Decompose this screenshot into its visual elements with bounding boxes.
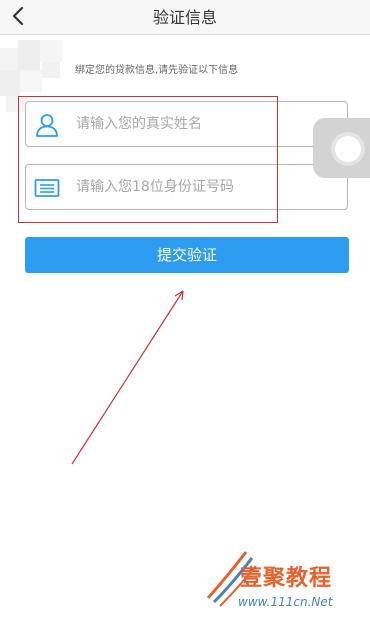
id-number-field[interactable] bbox=[25, 164, 348, 210]
name-field[interactable] bbox=[25, 101, 348, 147]
navigation-bar: 验证信息 bbox=[0, 0, 370, 35]
id-card-icon bbox=[34, 179, 60, 197]
assistive-touch-icon bbox=[335, 136, 361, 162]
watermark-brand: 壹聚教程 bbox=[240, 566, 333, 591]
id-number-input[interactable] bbox=[76, 165, 336, 209]
name-input[interactable] bbox=[76, 102, 336, 146]
watermark-url: www.111cn.Net bbox=[238, 595, 333, 609]
page: 验证信息 绑定您的贷款信息,请先验证以下信息 提交验证 bbox=[0, 0, 370, 619]
submit-verification-button[interactable]: 提交验证 bbox=[25, 237, 349, 273]
verification-hint: 绑定您的贷款信息,请先验证以下信息 bbox=[75, 65, 239, 76]
assistive-touch-button[interactable] bbox=[313, 118, 370, 178]
user-icon bbox=[36, 114, 58, 137]
page-title: 验证信息 bbox=[152, 8, 217, 27]
